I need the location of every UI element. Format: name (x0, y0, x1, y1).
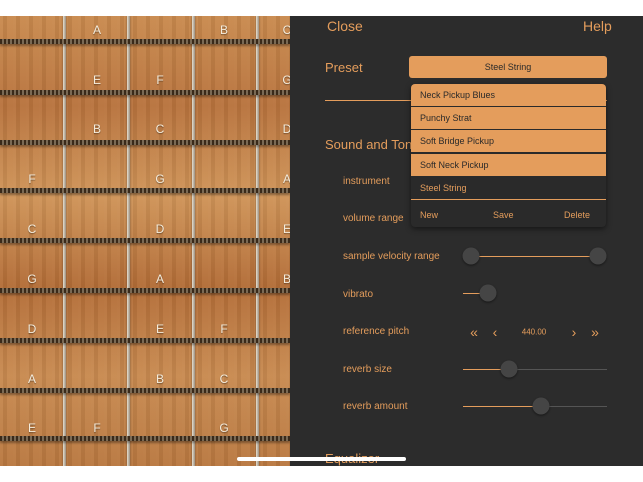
velocity-range-label: sample velocity range (343, 251, 440, 262)
note-label[interactable]: G (27, 272, 36, 286)
reverb-amount-slider-thumb[interactable] (532, 397, 550, 415)
home-indicator[interactable] (237, 457, 406, 461)
note-label[interactable]: B (220, 23, 228, 37)
chevron-right-icon[interactable]: › (572, 324, 577, 340)
note-label[interactable]: F (220, 322, 227, 336)
preset-select-button[interactable]: Steel String (409, 56, 607, 78)
velocity-min-thumb[interactable] (462, 247, 480, 265)
reverb-size-label: reverb size (343, 364, 392, 375)
note-label[interactable]: A (28, 372, 36, 386)
reverb-amount-slider-fill[interactable] (463, 406, 541, 407)
note-label[interactable]: F (28, 172, 35, 186)
save-preset-button[interactable]: Save (493, 210, 514, 220)
note-label[interactable]: E (28, 421, 36, 435)
instrument-label: instrument (343, 176, 390, 187)
status-bar (0, 0, 643, 16)
preset-dropdown: Neck Pickup Blues Punchy Strat Soft Brid… (411, 84, 606, 227)
note-label[interactable]: G (219, 421, 228, 435)
string[interactable] (0, 39, 290, 44)
help-button[interactable]: Help (583, 18, 612, 34)
vibrato-label: vibrato (343, 289, 374, 300)
string[interactable] (0, 188, 290, 193)
note-label[interactable]: E (283, 222, 290, 236)
note-label[interactable]: F (156, 73, 163, 87)
preset-option[interactable]: Punchy Strat (411, 107, 606, 130)
double-chevron-right-icon[interactable]: » (591, 324, 599, 340)
preset-option[interactable]: Soft Neck Pickup (411, 154, 606, 177)
reverb-amount-label: reverb amount (343, 401, 408, 412)
note-label[interactable]: C (283, 23, 290, 37)
velocity-max-thumb[interactable] (589, 247, 607, 265)
close-button[interactable]: Close (327, 18, 363, 34)
note-label[interactable]: C (28, 222, 37, 236)
note-label[interactable]: C (220, 372, 229, 386)
note-label[interactable]: B (156, 372, 164, 386)
reference-pitch-value: 440.00 (521, 327, 547, 337)
string[interactable] (0, 140, 290, 145)
volume-range-label: volume range (343, 213, 404, 224)
section-title-sound: Sound and Tone (325, 137, 420, 152)
string[interactable] (0, 338, 290, 343)
note-label[interactable]: B (93, 122, 101, 136)
note-label[interactable]: F (93, 421, 100, 435)
preset-option-selected[interactable]: Steel String (411, 177, 606, 200)
note-label[interactable]: C (156, 122, 165, 136)
chevron-left-icon[interactable]: ‹ (493, 324, 498, 340)
preset-option[interactable]: Soft Bridge Pickup (411, 130, 606, 153)
preset-label: Preset (325, 60, 363, 75)
note-label[interactable]: G (155, 172, 164, 186)
bottom-safe-area (0, 466, 643, 482)
vibrato-slider-thumb[interactable] (479, 284, 497, 302)
reverb-size-slider-thumb[interactable] (500, 360, 518, 378)
note-label[interactable]: G (282, 73, 290, 87)
reverb-amount-slider-track[interactable] (541, 406, 607, 407)
preset-option[interactable]: Neck Pickup Blues (411, 84, 606, 107)
note-label[interactable]: E (93, 73, 101, 87)
double-chevron-left-icon[interactable]: « (470, 324, 478, 340)
note-label[interactable]: A (156, 272, 164, 286)
note-label[interactable]: D (283, 122, 290, 136)
note-label[interactable]: B (283, 272, 290, 286)
string[interactable] (0, 388, 290, 393)
fretboard[interactable]: A B C E F G B C D F G A C D E G A B D E … (0, 16, 290, 466)
string[interactable] (0, 90, 290, 95)
string[interactable] (0, 238, 290, 243)
note-label[interactable]: D (156, 222, 165, 236)
note-label[interactable]: D (28, 322, 37, 336)
note-label[interactable]: E (156, 322, 164, 336)
note-label[interactable]: A (93, 23, 101, 37)
reference-pitch-label: reference pitch (343, 326, 410, 337)
string[interactable] (0, 436, 290, 441)
reverb-size-slider-track[interactable] (509, 369, 607, 370)
new-preset-button[interactable]: New (420, 210, 438, 220)
velocity-slider-track[interactable] (471, 256, 598, 257)
string[interactable] (0, 288, 290, 293)
note-label[interactable]: A (283, 172, 290, 186)
delete-preset-button[interactable]: Delete (564, 210, 590, 220)
